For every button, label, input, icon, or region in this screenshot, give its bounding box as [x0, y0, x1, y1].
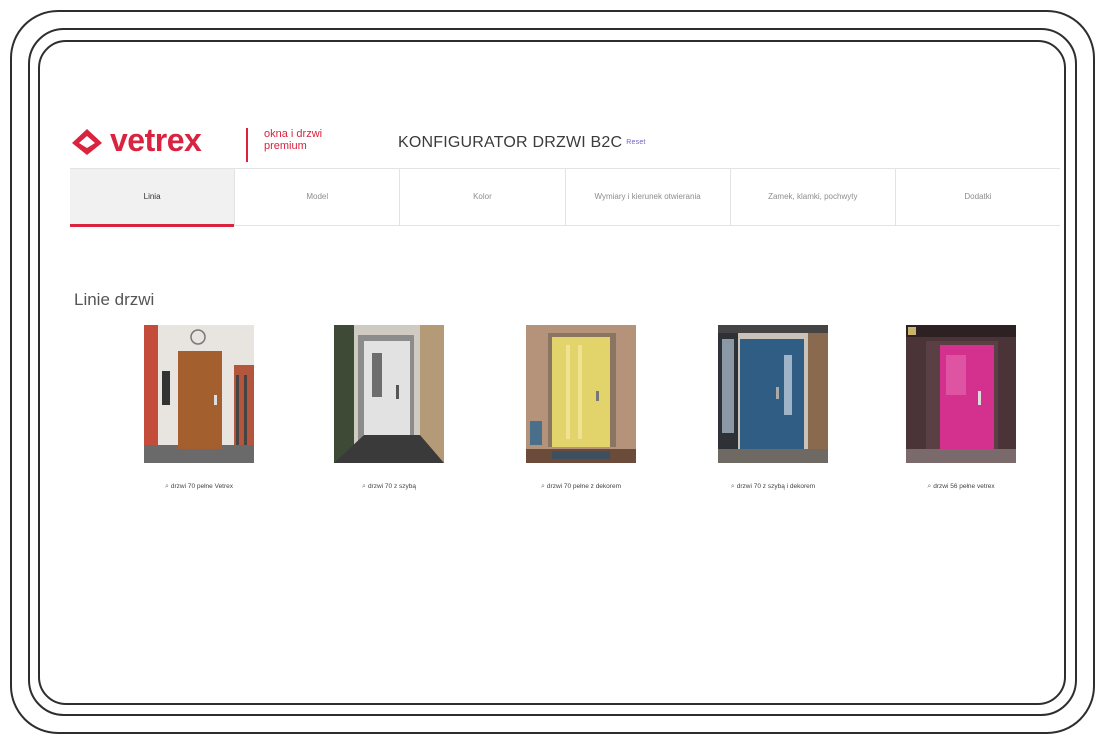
door-caption-1[interactable]: ⌕ drzwi 70 pełne Vetrex: [94, 483, 304, 491]
tab-zamek[interactable]: Zamek, klamki, pochwyty: [731, 169, 896, 225]
app-header: vetrex okna i drzwi premium KONFIGURATOR…: [70, 122, 1060, 164]
door-caption-text-4: drzwi 70 z szybą i dekorem: [736, 483, 816, 490]
door-card-1[interactable]: ⌕ drzwi 70 pełne Vetrex: [94, 325, 284, 515]
tab-linia[interactable]: Linia: [70, 169, 236, 227]
door-image-5[interactable]: [906, 325, 1016, 463]
tab-dodatki[interactable]: Dodatki: [896, 169, 1060, 225]
brand-name: vetrex: [110, 122, 202, 158]
page-title-text: KONFIGURATOR DRZWI B2C: [398, 134, 623, 151]
magnifier-icon: ⌕: [730, 483, 735, 490]
door-card-2[interactable]: ⌕ drzwi 70 z szybą: [284, 325, 474, 515]
screen-area: vetrex okna i drzwi premium KONFIGURATOR…: [38, 40, 1066, 705]
door-caption-text-5: drzwi 56 pełne vetrex: [933, 483, 995, 490]
door-caption-5[interactable]: ⌕ drzwi 56 pełne vetrex: [856, 483, 1064, 491]
door-image-1[interactable]: [144, 325, 254, 463]
magnifier-icon: ⌕: [927, 483, 932, 490]
tab-kolor[interactable]: Kolor: [400, 169, 566, 225]
door-card-4[interactable]: ⌕ drzwi 70 z szybą i dekorem: [668, 325, 858, 515]
door-image-4[interactable]: [718, 325, 828, 463]
door-caption-3[interactable]: ⌕ drzwi 70 pełne z dekorem: [476, 483, 686, 491]
tab-wymiary[interactable]: Wymiary i kierunek otwierania: [566, 169, 731, 225]
page-title: KONFIGURATOR DRZWI B2C Reset: [398, 134, 646, 152]
brand-tagline: okna i drzwi premium: [264, 128, 323, 152]
door-image-3[interactable]: [526, 325, 636, 463]
door-caption-text-2: drzwi 70 z szybą: [367, 483, 416, 490]
reset-link[interactable]: Reset: [626, 139, 645, 146]
configurator-tabs: Linia Model Kolor Wymiary i kierunek otw…: [70, 168, 1060, 227]
magnifier-icon: ⌕: [362, 483, 366, 490]
section-title: Linie drzwi: [74, 290, 155, 309]
door-card-5[interactable]: ⌕ drzwi 56 pełne vetrex: [856, 325, 1046, 515]
door-card-3[interactable]: ⌕ drzwi 70 pełne z dekorem: [476, 325, 666, 515]
door-caption-4[interactable]: ⌕ drzwi 70 z szybą i dekorem: [668, 483, 878, 491]
magnifier-icon: ⌕: [164, 483, 169, 490]
door-image-2[interactable]: [334, 325, 444, 463]
door-line-grid: ⌕ drzwi 70 pełne Vetrex ⌕ drzwi 70 z szybą: [40, 325, 1064, 525]
logo-divider: [246, 128, 248, 162]
door-caption-text-1: drzwi 70 pełne Vetrex: [170, 483, 234, 490]
tab-model[interactable]: Model: [235, 169, 401, 225]
door-caption-text-3: drzwi 70 pełne z dekorem: [546, 483, 621, 490]
door-caption-2[interactable]: ⌕ drzwi 70 z szybą: [284, 483, 494, 491]
vetrex-logo-icon: [72, 129, 102, 155]
magnifier-icon: ⌕: [541, 483, 545, 490]
